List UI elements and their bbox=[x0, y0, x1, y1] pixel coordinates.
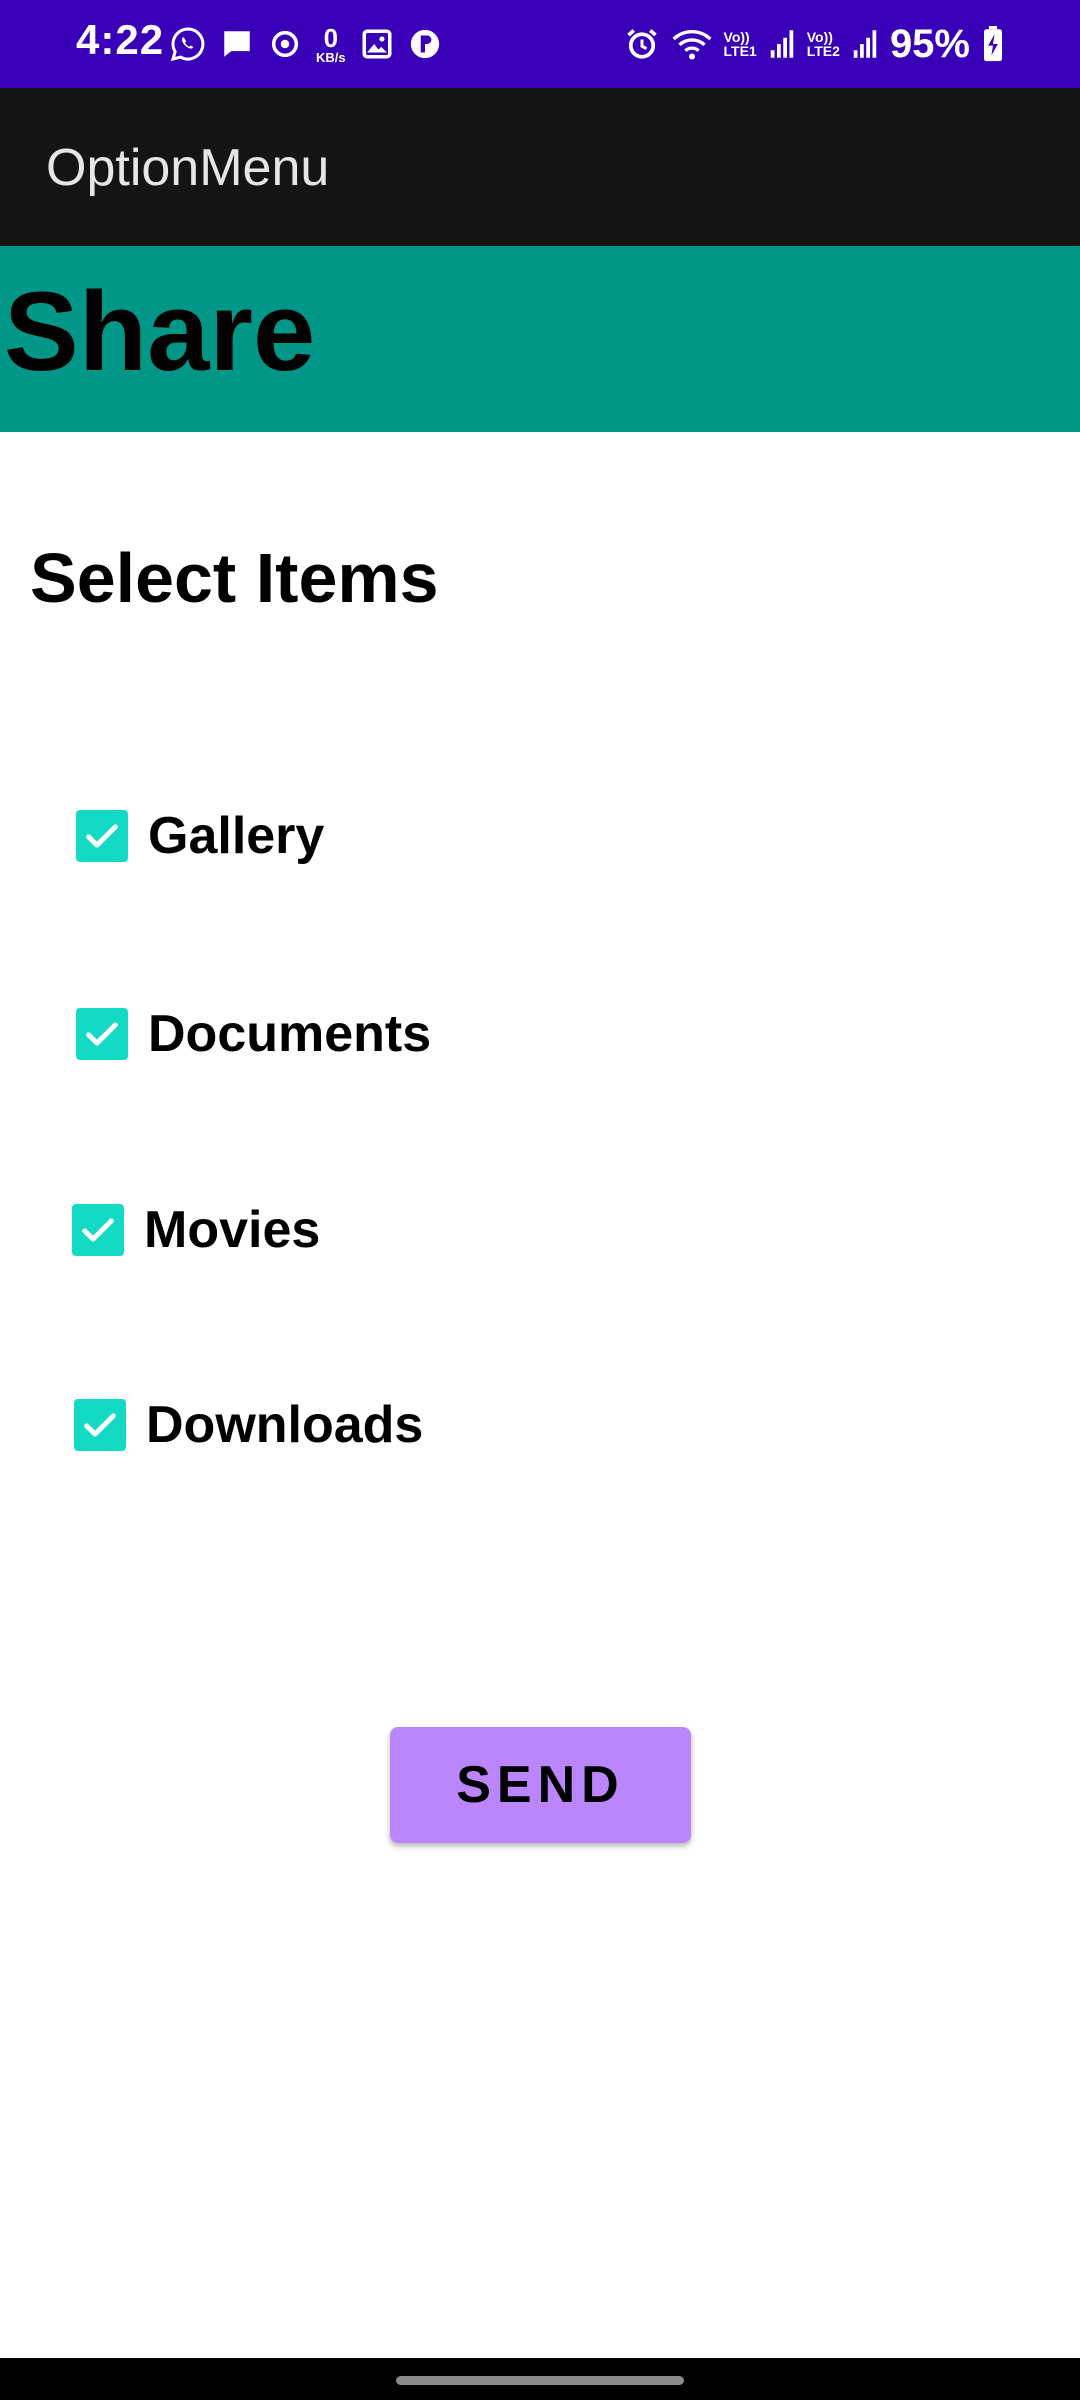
share-banner: Share bbox=[0, 246, 1080, 432]
sim2-volte-label: Vo)) bbox=[806, 29, 833, 45]
signal-icon-sim2 bbox=[852, 29, 878, 59]
wifi-icon bbox=[672, 27, 712, 61]
app-bar: OptionMenu bbox=[0, 88, 1080, 246]
app-title: OptionMenu bbox=[46, 139, 330, 197]
check-icon bbox=[84, 1413, 116, 1437]
checkbox-item-movies[interactable]: Movies bbox=[72, 1200, 320, 1260]
checkbox-label-documents: Documents bbox=[148, 1005, 432, 1063]
sim1-network: Vo)) LTE1 bbox=[724, 30, 757, 58]
navigation-bar bbox=[0, 2358, 1080, 2400]
share-title: Share bbox=[4, 269, 316, 394]
notification-icons: 0 KB/s bbox=[170, 20, 442, 68]
image-icon bbox=[360, 27, 394, 61]
gesture-handle[interactable] bbox=[396, 2376, 684, 2385]
sim2-lte-label: LTE2 bbox=[806, 43, 840, 59]
checkbox-item-documents[interactable]: Documents bbox=[76, 1004, 431, 1064]
checkbox-label-downloads: Downloads bbox=[146, 1396, 424, 1454]
check-icon bbox=[82, 1218, 114, 1242]
network-speed-value: 0 bbox=[323, 22, 339, 53]
sim2-network: Vo)) LTE2 bbox=[807, 30, 840, 58]
network-speed: 0 KB/s bbox=[316, 25, 346, 64]
checkbox-item-downloads[interactable]: Downloads bbox=[74, 1395, 423, 1455]
alarm-icon bbox=[624, 26, 660, 62]
sim1-lte-label: LTE1 bbox=[723, 43, 757, 59]
check-icon bbox=[86, 1022, 118, 1046]
status-bar: 4:22 0 KB/s Vo)) LTE1 Vo)) LTE2 95% bbox=[0, 0, 1080, 88]
checkbox-documents[interactable] bbox=[76, 1008, 128, 1060]
checkbox-label-gallery: Gallery bbox=[148, 807, 325, 865]
sync-icon bbox=[268, 27, 302, 61]
checkbox-label-movies: Movies bbox=[144, 1201, 321, 1259]
network-speed-unit: KB/s bbox=[316, 49, 346, 65]
system-icons: Vo)) LTE1 Vo)) LTE2 95% bbox=[624, 16, 1004, 72]
checkbox-movies[interactable] bbox=[72, 1204, 124, 1256]
app-notification-icon bbox=[408, 27, 442, 61]
battery-charging-icon bbox=[982, 26, 1004, 62]
message-icon bbox=[220, 27, 254, 61]
status-time: 4:22 bbox=[76, 16, 165, 63]
select-items-heading: Select Items bbox=[30, 539, 439, 617]
checkbox-downloads[interactable] bbox=[74, 1399, 126, 1451]
sim1-volte-label: Vo)) bbox=[723, 29, 750, 45]
battery-percentage: 95% bbox=[889, 21, 970, 66]
checkbox-item-gallery[interactable]: Gallery bbox=[76, 806, 324, 866]
whatsapp-icon bbox=[170, 26, 206, 62]
signal-icon-sim1 bbox=[769, 29, 795, 59]
send-button[interactable]: SEND bbox=[390, 1727, 691, 1843]
checkbox-gallery[interactable] bbox=[76, 810, 128, 862]
check-icon bbox=[86, 824, 118, 848]
